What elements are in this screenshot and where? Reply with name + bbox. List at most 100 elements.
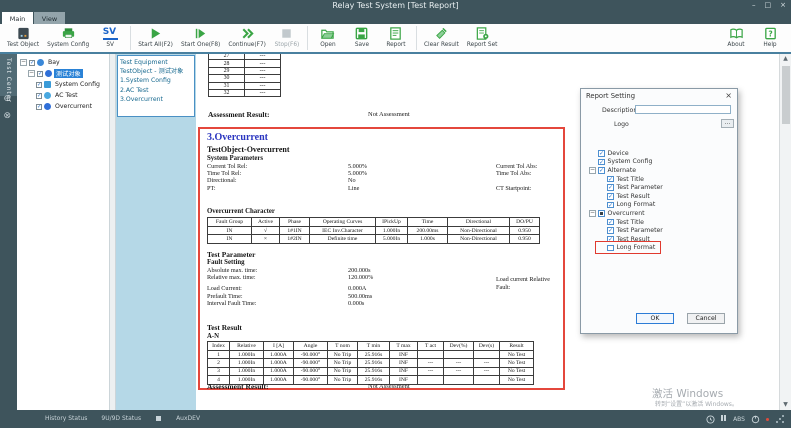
- add-circle-icon[interactable]: ⊕: [4, 95, 12, 104]
- vertical-scrollbar[interactable]: ▲ ▼: [779, 54, 791, 410]
- dialog-tree-label[interactable]: Test Result: [617, 236, 650, 243]
- report-button[interactable]: Report: [379, 25, 413, 48]
- resize-grip[interactable]: [775, 414, 785, 424]
- tree-item-label[interactable]: AC Test: [53, 92, 80, 99]
- tree-item-actest[interactable]: ✓ AC Test: [17, 90, 109, 101]
- scroll-up-icon[interactable]: ▲: [780, 54, 791, 64]
- ok-button[interactable]: OK: [636, 313, 674, 324]
- nav-item[interactable]: 2.AC Test: [120, 86, 192, 95]
- parameter-label: Directional:: [207, 177, 348, 184]
- dialog-tree-item[interactable]: ✓Test Result: [586, 235, 732, 244]
- clear-result-button[interactable]: Clear Result: [420, 25, 463, 48]
- table-cell: ---: [418, 359, 444, 367]
- dialog-tree-item[interactable]: Long Format: [586, 244, 732, 253]
- tab-view[interactable]: View: [34, 12, 65, 24]
- nav-item[interactable]: TestObject - 测试对象: [120, 67, 192, 76]
- section-checkbox[interactable]: ✓: [607, 219, 614, 226]
- tree-item-bay[interactable]: −✓ Bay: [17, 57, 109, 68]
- open-button[interactable]: Open: [311, 25, 345, 48]
- cancel-button[interactable]: Cancel: [687, 313, 725, 324]
- parameter-label: PT:: [207, 185, 348, 192]
- dialog-tree-label[interactable]: Test Parameter: [617, 227, 663, 234]
- section-subheading: TestObject-Overcurrent: [207, 145, 290, 154]
- table-cell: ---: [474, 359, 500, 367]
- dialog-tree-label[interactable]: Test Title: [617, 219, 644, 226]
- section-checkbox[interactable]: ✓: [598, 159, 605, 166]
- tab-main[interactable]: Main: [2, 12, 33, 24]
- nav-item[interactable]: 3.Overcurrent: [120, 95, 192, 104]
- section-checkbox[interactable]: ✓: [598, 167, 605, 174]
- section-checkbox[interactable]: [598, 210, 605, 217]
- expand-icon[interactable]: −: [20, 59, 27, 66]
- svg-text:?: ?: [768, 29, 772, 38]
- nav-item[interactable]: 1.System Config: [120, 76, 192, 85]
- dialog-tree-label[interactable]: Test Title: [617, 176, 644, 183]
- section-checkbox[interactable]: ✓: [607, 236, 614, 243]
- expand-icon[interactable]: −: [28, 70, 35, 77]
- scroll-thumb[interactable]: [782, 66, 790, 124]
- tree-item-label[interactable]: Bay: [46, 59, 62, 66]
- tree-item-monitor[interactable]: ✓ System Config: [17, 79, 109, 90]
- section-checkbox[interactable]: [607, 245, 614, 252]
- system-config-button[interactable]: System Config: [43, 25, 93, 48]
- tree-item-device[interactable]: −✓ 测试对象: [17, 68, 109, 79]
- section-checkbox[interactable]: ✓: [607, 193, 614, 200]
- dialog-tree-item[interactable]: ✓Test Title: [586, 175, 732, 184]
- dialog-tree-label[interactable]: Test Result: [617, 193, 650, 200]
- close-button[interactable]: ×: [780, 0, 786, 10]
- tree-item-label[interactable]: 测试对象: [54, 69, 83, 78]
- dialog-tree-label[interactable]: System Config: [608, 158, 653, 165]
- dialog-close-icon[interactable]: ×: [725, 91, 732, 100]
- report-set-button[interactable]: Report Set: [463, 25, 502, 48]
- tree-checkbox[interactable]: ✓: [36, 82, 42, 88]
- test-object-button[interactable]: Test Object: [3, 25, 43, 48]
- stop-button[interactable]: Stop(F6): [270, 25, 304, 48]
- dialog-tree-item[interactable]: ✓Test Result: [586, 192, 732, 201]
- expand-icon[interactable]: −: [589, 210, 596, 217]
- section-checkbox[interactable]: ✓: [607, 227, 614, 234]
- description-input[interactable]: [635, 105, 731, 114]
- dialog-tree-item[interactable]: ✓Test Parameter: [586, 226, 732, 235]
- table-cell: IN: [208, 227, 252, 235]
- logo-browse-button[interactable]: ...: [721, 119, 734, 128]
- help-button[interactable]: ?Help: [753, 25, 787, 48]
- tree-checkbox[interactable]: ✓: [36, 93, 42, 99]
- tree-checkbox[interactable]: ✓: [37, 71, 43, 77]
- minimize-button[interactable]: –: [752, 0, 756, 10]
- scroll-down-icon[interactable]: ▼: [780, 400, 791, 410]
- close-circle-icon[interactable]: ⊗: [4, 112, 12, 121]
- dialog-tree-label[interactable]: Long Format: [617, 244, 656, 251]
- section-checkbox[interactable]: ✓: [607, 202, 614, 209]
- expand-icon[interactable]: −: [589, 167, 596, 174]
- fault-setting-row: Absolute max. time:200.000s: [207, 267, 563, 274]
- dialog-tree-item[interactable]: − Overcurrent: [586, 209, 732, 218]
- dialog-tree-item[interactable]: ✓System Config: [586, 158, 732, 167]
- save-button[interactable]: Save: [345, 25, 379, 48]
- dialog-tree-label[interactable]: Test Parameter: [617, 184, 663, 191]
- tree-checkbox[interactable]: ✓: [29, 60, 35, 66]
- tree-item-label[interactable]: System Config: [53, 81, 102, 88]
- section-checkbox[interactable]: ✓: [598, 150, 605, 157]
- dialog-tree-label[interactable]: Long Format: [617, 201, 656, 208]
- nav-item[interactable]: Test Equipment: [120, 58, 192, 67]
- table-cell: 1.000A: [264, 359, 294, 367]
- tree-item-overcurrent[interactable]: ✓ Overcurrent: [17, 101, 109, 112]
- dialog-tree-item[interactable]: −✓Alternate: [586, 166, 732, 175]
- dialog-tree-item[interactable]: ✓Test Title: [586, 218, 732, 227]
- start-all-button[interactable]: Start All(F2): [134, 25, 177, 48]
- dialog-tree-label[interactable]: Device: [608, 150, 629, 157]
- maximize-button[interactable]: □: [765, 0, 772, 10]
- dialog-tree-label[interactable]: Overcurrent: [608, 210, 645, 217]
- section-checkbox[interactable]: ✓: [607, 184, 614, 191]
- dialog-tree-item[interactable]: ✓Long Format: [586, 201, 732, 210]
- dialog-tree-label[interactable]: Alternate: [608, 167, 637, 174]
- dialog-tree-item[interactable]: ✓Device: [586, 149, 732, 158]
- section-checkbox[interactable]: ✓: [607, 176, 614, 183]
- tree-checkbox[interactable]: ✓: [36, 104, 42, 110]
- about-button[interactable]: About: [719, 25, 753, 48]
- tree-item-label[interactable]: Overcurrent: [53, 103, 94, 110]
- continue-button[interactable]: Continue(F7): [224, 25, 270, 48]
- dialog-tree-item[interactable]: ✓Test Parameter: [586, 183, 732, 192]
- sv-button[interactable]: SVSV: [93, 25, 127, 48]
- start-one-button[interactable]: Start One(F8): [177, 25, 224, 48]
